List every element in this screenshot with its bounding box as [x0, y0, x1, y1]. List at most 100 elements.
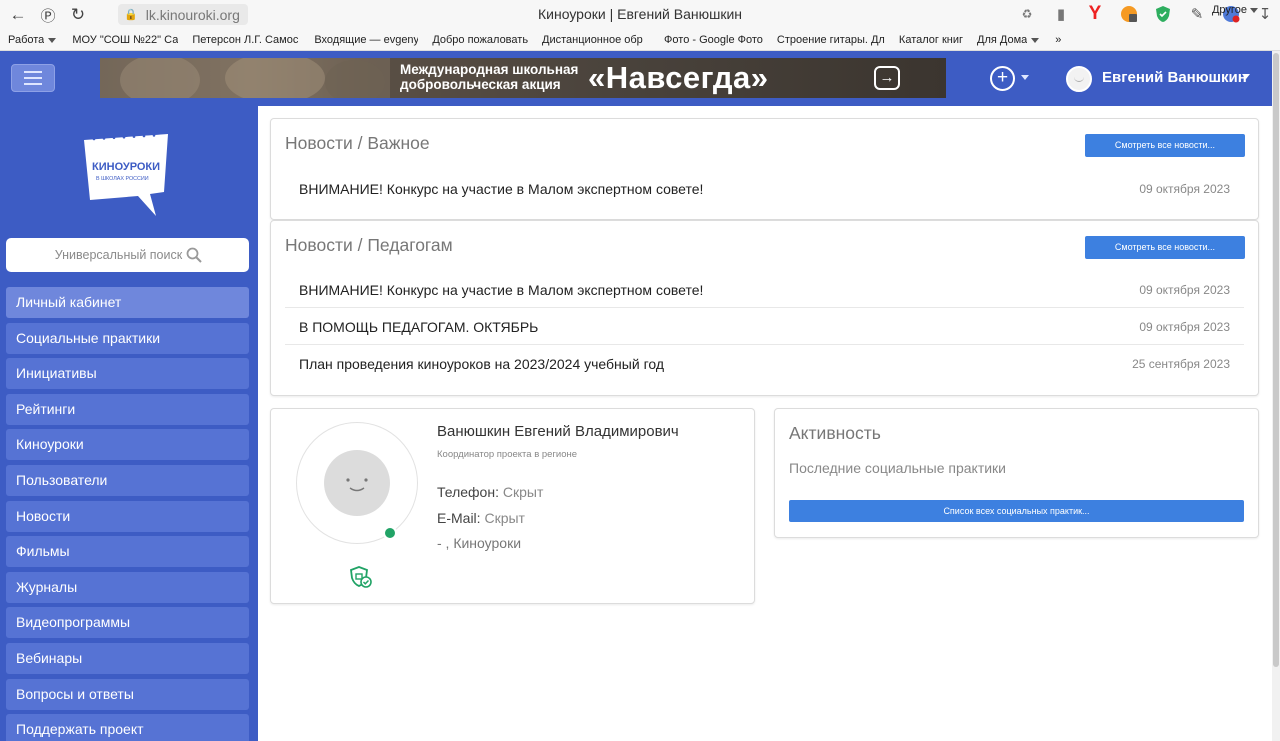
kinouroki-logo[interactable]: КИНОУРОКИ В ШКОЛАХ РОССИИ	[80, 130, 174, 216]
sidebar-item-video-programs[interactable]: Видеопрограммы	[6, 607, 249, 639]
sidebar-item-social-practices[interactable]: Социальные практики	[6, 322, 249, 354]
smile-icon	[346, 478, 368, 492]
profile-location: - , Киноуроки	[437, 535, 522, 551]
verified-shield-icon[interactable]	[348, 565, 374, 589]
news-date: 09 октября 2023	[1139, 283, 1230, 297]
bookmark-item[interactable]: Добро пожаловать	[432, 34, 528, 46]
reload-icon[interactable]: ↻	[63, 2, 93, 28]
sidebar-item-news[interactable]: Новости	[6, 500, 249, 532]
bookmarks-bar: Работа МОУ "СОШ №22" Са Петерсон Л.Г. Са…	[0, 30, 1280, 51]
yandex-browser-icon[interactable]: Y	[1084, 3, 1106, 25]
news-important-card: Новости / Важное Смотреть все новости...…	[270, 118, 1259, 220]
bookmark-item[interactable]: Строение гитары. Дл	[777, 34, 885, 46]
bookmark-item[interactable]: Петерсон Л.Г. Самос	[192, 34, 300, 46]
all-news-button[interactable]: Смотреть все новости...	[1085, 236, 1245, 259]
profile-avatar	[296, 422, 418, 544]
sidebar-item-cabinet[interactable]: Личный кабинет	[6, 287, 249, 318]
chevron-down-icon	[48, 37, 57, 43]
sidebar-item-ratings[interactable]: Рейтинги	[6, 393, 249, 425]
search-icon[interactable]	[186, 247, 202, 263]
sidebar-item-initiatives[interactable]: Инициативы	[6, 358, 249, 390]
phone-value: Скрыт	[502, 484, 544, 500]
sidebar: КИНОУРОКИ В ШКОЛАХ РОССИИ Личный кабинет…	[0, 106, 258, 741]
sidebar-item-films[interactable]: Фильмы	[6, 536, 249, 568]
bookmarks-more[interactable]: »	[1055, 34, 1061, 46]
sidebar-item-webinars[interactable]: Вебинары	[6, 642, 249, 674]
translate-icon[interactable]: ♻	[1016, 3, 1038, 25]
bookmarks-other[interactable]: Другое	[1212, 4, 1258, 16]
email-value: Скрыт	[484, 510, 525, 526]
promo-banner[interactable]: Международная школьная добровольческая а…	[100, 58, 946, 98]
bookmark-item[interactable]: МОУ "СОШ №22" Са	[72, 34, 178, 46]
address-bar[interactable]: 🔒 lk.kinouroki.org	[118, 4, 248, 25]
activity-title: Активность	[789, 423, 881, 443]
sidebar-item-users[interactable]: Пользователи	[6, 464, 249, 496]
sidebar-item-journals[interactable]: Журналы	[6, 571, 249, 603]
profile-name: Ванюшкин Евгений Владимирович	[437, 423, 679, 440]
extension-orange-icon[interactable]	[1118, 3, 1140, 25]
news-title[interactable]: ВНИМАНИЕ! Конкурс на участие в Малом экс…	[299, 282, 703, 298]
news-title[interactable]: ВНИМАНИЕ! Конкурс на участие в Малом экс…	[299, 181, 703, 197]
add-icon[interactable]: +	[990, 66, 1015, 91]
sidebar-item-kinouroki[interactable]: Киноуроки	[6, 429, 249, 461]
yandex-icon[interactable]: Ⓟ	[33, 2, 63, 28]
menu-toggle-button[interactable]	[11, 64, 55, 92]
sidebar-menu: Личный кабинет Социальные практики Иници…	[6, 287, 249, 741]
chevron-down-icon[interactable]	[1242, 74, 1250, 79]
all-social-practices-button[interactable]: Список всех социальных практик...	[789, 500, 1244, 522]
profile-phone: Телефон: Скрыт	[437, 484, 543, 500]
user-name[interactable]: Евгений Ванюшкин	[1102, 69, 1247, 86]
card-title: Новости / Важное	[285, 133, 430, 153]
avatar	[324, 450, 390, 516]
profile-card: Ванюшкин Евгений Владимирович Координато…	[270, 408, 755, 604]
online-status-icon	[383, 526, 397, 540]
profile-email: E-Mail: Скрыт	[437, 510, 525, 526]
scrollbar-thumb[interactable]	[1273, 53, 1279, 667]
bookmark-item[interactable]: Каталог книг	[899, 34, 963, 46]
chevron-down-icon	[1031, 37, 1040, 43]
search-input[interactable]	[53, 248, 184, 262]
chevron-down-icon	[1250, 8, 1258, 13]
banner-title: «Навсегда»	[588, 60, 769, 95]
news-title[interactable]: В ПОМОЩЬ ПЕДАГОГАМ. ОКТЯБРЬ	[299, 319, 538, 335]
bookmark-item[interactable]: Работа	[8, 34, 44, 46]
user-avatar[interactable]	[1066, 66, 1092, 92]
page-scrollbar[interactable]	[1272, 51, 1280, 741]
url-text: lk.kinouroki.org	[145, 6, 240, 23]
all-news-button[interactable]: Смотреть все новости...	[1085, 134, 1245, 157]
arrow-right-icon[interactable]: →	[874, 66, 900, 90]
logo-subtext: В ШКОЛАХ РОССИИ	[96, 176, 149, 182]
chevron-down-icon[interactable]	[1021, 75, 1029, 80]
bookmark-item[interactable]: Дистанционное обр	[542, 34, 650, 46]
card-title: Новости / Педагогам	[285, 235, 453, 255]
news-teachers-card: Новости / Педагогам Смотреть все новости…	[270, 220, 1259, 396]
hamburger-icon	[24, 71, 42, 73]
bookmarks-other-label: Другое	[1211, 4, 1247, 16]
universal-search[interactable]	[6, 238, 249, 272]
bookmark-item[interactable]: Входящие — evgeny	[314, 34, 418, 46]
logo-text: КИНОУРОКИ	[92, 161, 160, 173]
hamburger-icon	[24, 83, 42, 85]
news-item[interactable]: ВНИМАНИЕ! Конкурс на участие в Малом экс…	[285, 171, 1244, 207]
lock-icon: 🔒	[124, 9, 138, 21]
news-date: 09 октября 2023	[1139, 182, 1230, 196]
news-date: 09 октября 2023	[1139, 320, 1230, 334]
news-item[interactable]: ВНИМАНИЕ! Конкурс на участие в Малом экс…	[285, 272, 1244, 308]
sidebar-item-support[interactable]: Поддержать проект	[6, 714, 249, 741]
bookmark-item[interactable]: Фото - Google Фото	[664, 34, 763, 46]
news-date: 25 сентября 2023	[1132, 357, 1230, 371]
activity-card: Активность Последние социальные практики…	[774, 408, 1259, 538]
shield-extension-icon[interactable]	[1152, 3, 1174, 25]
hamburger-icon	[24, 77, 42, 79]
email-label: E-Mail:	[437, 510, 481, 526]
back-icon[interactable]: ←	[3, 2, 33, 28]
puzzle-icon[interactable]: ✎	[1186, 3, 1208, 25]
news-item[interactable]: План проведения киноуроков на 2023/2024 …	[285, 346, 1244, 382]
sidebar-item-faq[interactable]: Вопросы и ответы	[6, 678, 249, 710]
profile-role: Координатор проекта в регионе	[437, 449, 578, 460]
bookmark-item[interactable]: Для Дома	[977, 34, 1027, 46]
bookmark-icon[interactable]: ▮	[1050, 3, 1072, 25]
news-title[interactable]: План проведения киноуроков на 2023/2024 …	[299, 356, 664, 372]
phone-label: Телефон:	[437, 484, 499, 500]
news-item[interactable]: В ПОМОЩЬ ПЕДАГОГАМ. ОКТЯБРЬ 09 октября 2…	[285, 309, 1244, 345]
